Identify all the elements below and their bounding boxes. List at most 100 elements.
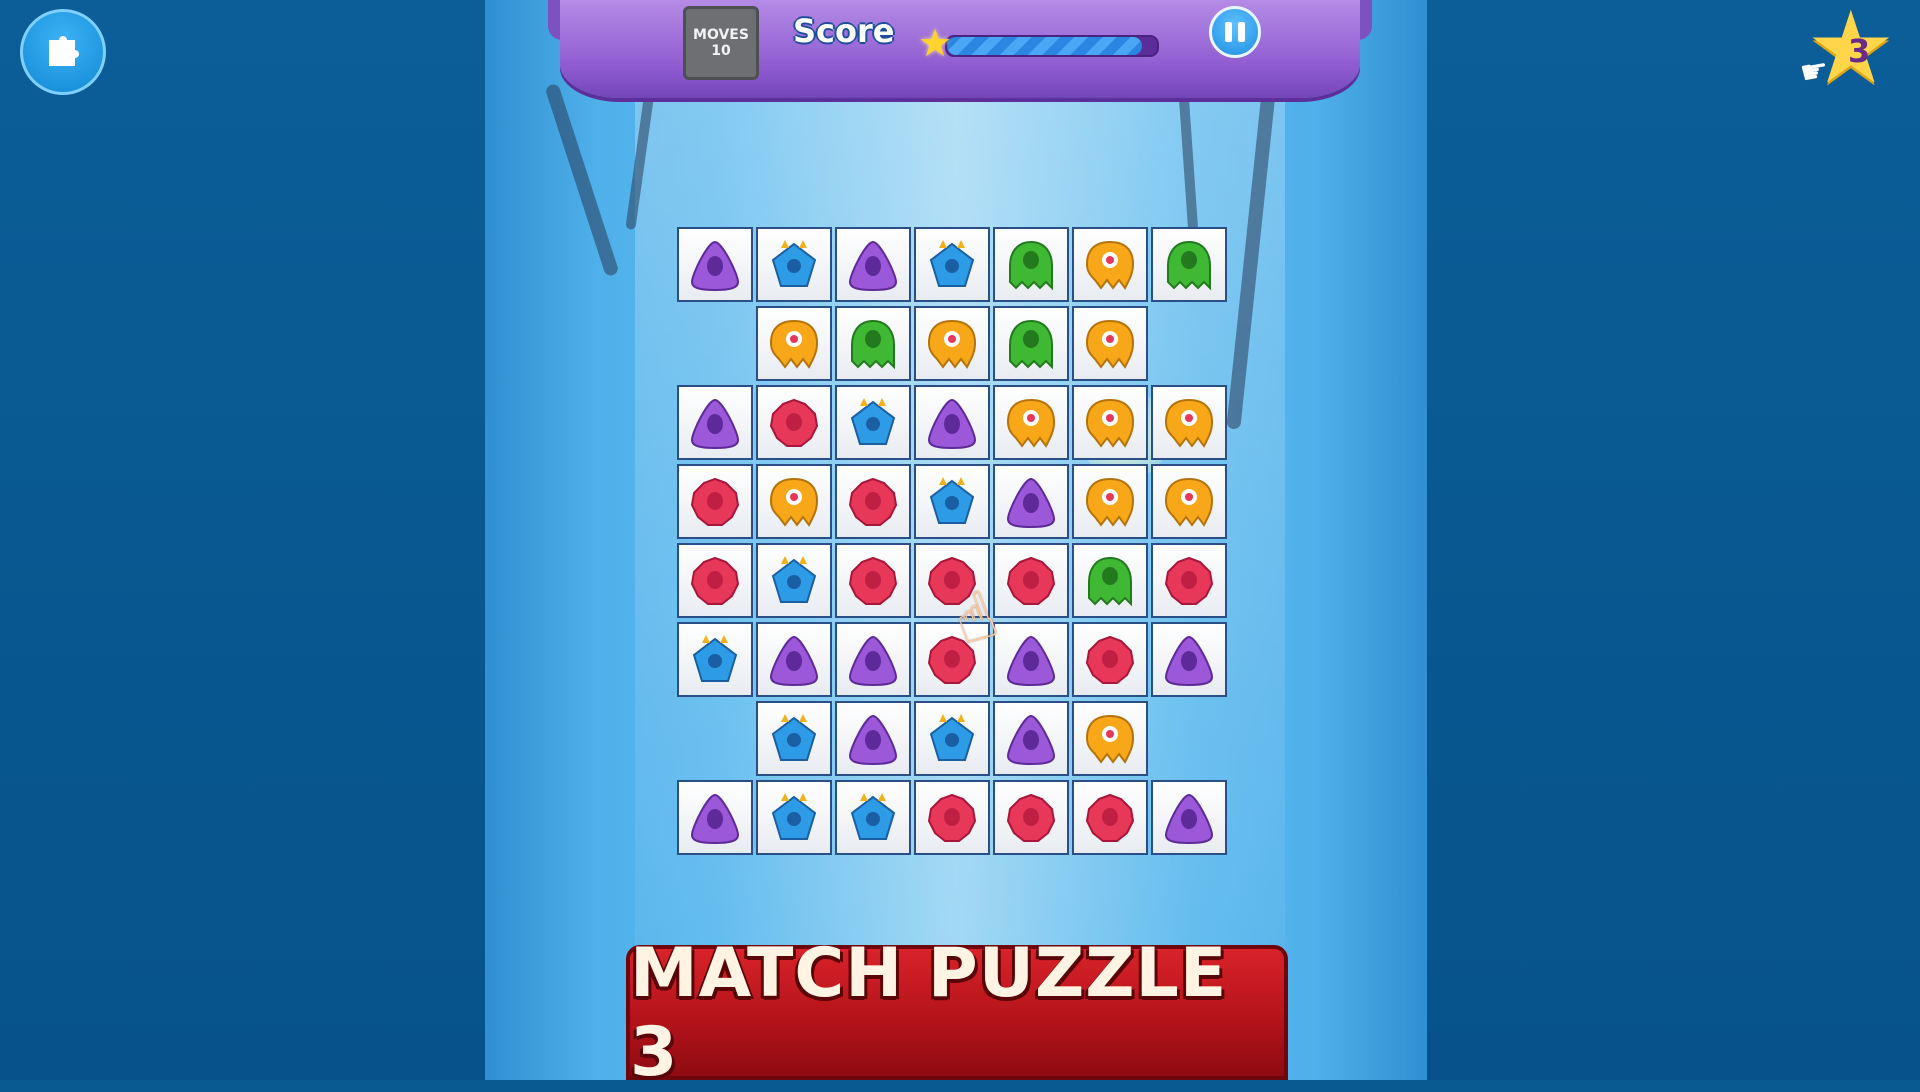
pause-icon <box>1238 22 1245 42</box>
board-cell[interactable] <box>756 622 832 697</box>
title-plate: MATCH PUZZLE 3 <box>626 934 1288 1092</box>
red-monster-piece <box>923 789 981 847</box>
board-cell[interactable] <box>677 622 753 697</box>
board-cell[interactable] <box>677 543 753 618</box>
board-cell[interactable] <box>993 306 1069 381</box>
moves-label: MOVES <box>693 27 749 43</box>
board-cell[interactable] <box>1151 622 1227 697</box>
board-cell[interactable] <box>993 543 1069 618</box>
orange-monster-piece <box>765 315 823 373</box>
orange-monster-piece <box>1081 236 1139 294</box>
board-cell[interactable] <box>677 227 753 302</box>
blue-monster-piece <box>923 236 981 294</box>
blue-monster-piece <box>765 236 823 294</box>
board-cell[interactable] <box>993 385 1069 460</box>
right-background <box>1427 0 1920 1080</box>
purple-monster-piece <box>1002 631 1060 689</box>
board-cell[interactable] <box>756 701 832 776</box>
red-monster-piece <box>1160 552 1218 610</box>
board-cell[interactable] <box>1151 543 1227 618</box>
board-cell[interactable] <box>914 306 990 381</box>
board-cell[interactable] <box>1072 464 1148 539</box>
board-cell[interactable] <box>677 780 753 855</box>
red-monster-piece <box>686 552 744 610</box>
orange-monster-piece <box>1002 394 1060 452</box>
board-cell[interactable] <box>1072 306 1148 381</box>
board-cell[interactable] <box>835 780 911 855</box>
board-cell[interactable] <box>914 385 990 460</box>
moves-value: 10 <box>711 43 731 59</box>
board-cell[interactable] <box>756 227 832 302</box>
board-cell[interactable] <box>756 385 832 460</box>
board-cell[interactable] <box>1072 543 1148 618</box>
puzzle-pieces-icon <box>49 36 79 66</box>
puzzle-menu-button[interactable] <box>20 9 106 95</box>
pause-button[interactable] <box>1209 6 1261 58</box>
board-cell[interactable] <box>1072 227 1148 302</box>
score-progress-fill <box>947 37 1143 55</box>
board-cell[interactable] <box>835 701 911 776</box>
purple-monster-piece <box>844 710 902 768</box>
board-cell[interactable] <box>1072 701 1148 776</box>
board-cell[interactable] <box>993 464 1069 539</box>
purple-monster-piece <box>923 394 981 452</box>
board-cell[interactable] <box>835 464 911 539</box>
red-monster-piece <box>1081 789 1139 847</box>
blue-monster-piece <box>765 789 823 847</box>
board-cell[interactable] <box>914 780 990 855</box>
star-badge[interactable]: ★ 3 ☛ <box>1797 0 1906 98</box>
board-cell[interactable] <box>993 701 1069 776</box>
board-cell[interactable] <box>756 306 832 381</box>
moves-counter: MOVES 10 <box>683 6 759 80</box>
board-cell[interactable] <box>1151 227 1227 302</box>
board-cell[interactable] <box>756 543 832 618</box>
board-cell[interactable] <box>1151 385 1227 460</box>
board-cell[interactable] <box>835 227 911 302</box>
green-monster-piece <box>1002 236 1060 294</box>
board-cell[interactable] <box>835 543 911 618</box>
red-monster-piece <box>1002 789 1060 847</box>
board-cell[interactable] <box>835 622 911 697</box>
purple-monster-piece <box>844 631 902 689</box>
board-cell[interactable] <box>835 306 911 381</box>
vine-decoration <box>544 82 620 278</box>
purple-monster-piece <box>1002 710 1060 768</box>
orange-monster-piece <box>923 315 981 373</box>
board-cell[interactable] <box>1072 780 1148 855</box>
blue-monster-piece <box>765 552 823 610</box>
board-cell[interactable] <box>1072 385 1148 460</box>
purple-monster-piece <box>686 789 744 847</box>
board-cell[interactable] <box>914 701 990 776</box>
red-monster-piece <box>844 552 902 610</box>
progress-star-icon: ★ <box>918 21 953 65</box>
board-cell[interactable] <box>835 385 911 460</box>
board-cell[interactable] <box>993 780 1069 855</box>
board-cell[interactable] <box>677 464 753 539</box>
blue-monster-piece <box>923 710 981 768</box>
orange-monster-piece <box>1081 473 1139 531</box>
orange-monster-piece <box>1081 394 1139 452</box>
orange-monster-piece <box>1160 473 1218 531</box>
game-board <box>677 227 1230 858</box>
orange-monster-piece <box>1081 315 1139 373</box>
red-monster-piece <box>1002 552 1060 610</box>
blue-monster-piece <box>923 473 981 531</box>
board-cell[interactable] <box>1151 780 1227 855</box>
board-cell[interactable] <box>756 464 832 539</box>
purple-monster-piece <box>686 394 744 452</box>
purple-monster-piece <box>765 631 823 689</box>
board-cell[interactable] <box>993 622 1069 697</box>
purple-monster-piece <box>1160 789 1218 847</box>
green-monster-piece <box>1160 236 1218 294</box>
board-cell[interactable] <box>993 227 1069 302</box>
blue-monster-piece <box>844 789 902 847</box>
star-count: 3 <box>1848 32 1871 70</box>
board-cell[interactable] <box>1072 622 1148 697</box>
green-monster-piece <box>1081 552 1139 610</box>
board-cell[interactable] <box>1151 464 1227 539</box>
board-cell[interactable] <box>914 227 990 302</box>
left-background <box>0 0 485 1080</box>
board-cell[interactable] <box>677 385 753 460</box>
board-cell[interactable] <box>756 780 832 855</box>
board-cell[interactable] <box>914 464 990 539</box>
